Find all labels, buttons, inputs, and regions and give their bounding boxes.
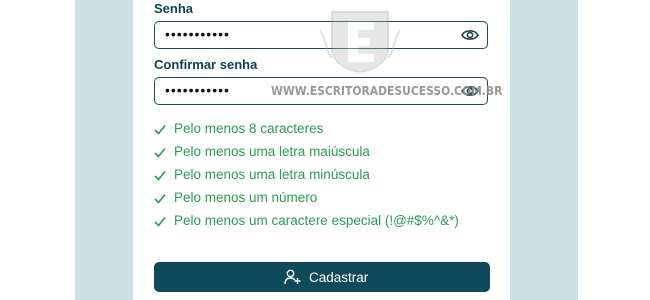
confirm-password-label: Confirmar senha (154, 57, 258, 72)
user-plus-icon (284, 269, 301, 285)
check-icon (154, 147, 166, 158)
watermark-text: WWW.ESCRITORADESUCESSO.COM.BR (271, 83, 503, 98)
requirement-text: Pelo menos um número (174, 190, 318, 205)
eye-icon[interactable] (461, 28, 479, 42)
check-icon (154, 124, 166, 135)
check-icon (154, 193, 166, 204)
register-button[interactable]: Cadastrar (154, 262, 490, 292)
password-label: Senha (154, 1, 194, 16)
check-icon (154, 216, 166, 227)
register-button-label: Cadastrar (309, 270, 369, 285)
requirement-text: Pelo menos 8 caracteres (174, 121, 324, 136)
requirement-text: Pelo menos uma letra minúscula (174, 167, 370, 182)
watermark-logo (319, 11, 401, 74)
check-icon (154, 170, 166, 181)
requirement-text: Pelo menos uma letra maiúscula (174, 144, 370, 159)
password-value: ••••••••••• (165, 26, 230, 42)
confirm-password-value: ••••••••••• (165, 82, 230, 98)
requirement-text: Pelo menos um caractere especial (!@#$%^… (174, 213, 459, 228)
